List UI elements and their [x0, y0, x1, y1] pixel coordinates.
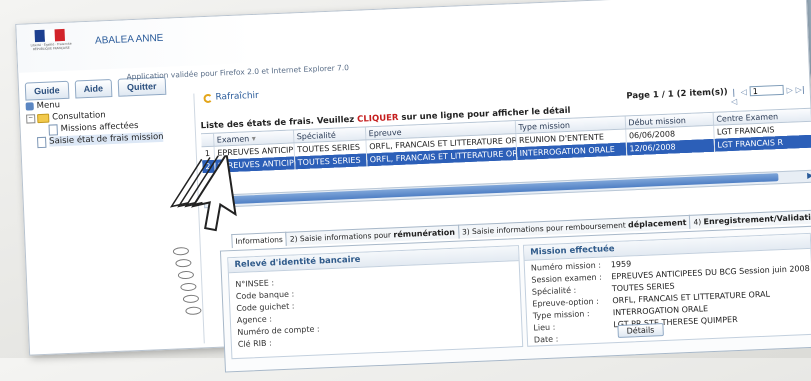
last-page-icon[interactable]: ▷| [795, 84, 804, 93]
user-name: ABALEA ANNE [94, 32, 164, 47]
folder-icon [37, 113, 50, 123]
notebook-ring [177, 270, 195, 280]
app-stage: Liberté · Égalité · Fraternité RÉPUBLIQU… [14, 0, 811, 373]
prev-page-icon[interactable]: ◁ [740, 87, 748, 96]
french-flag-icon [34, 28, 66, 43]
first-page-icon[interactable]: |◁ [730, 87, 738, 105]
notebook-ring [182, 294, 200, 304]
menu-icon [25, 102, 34, 111]
grid-title-cta: CLIQUER [356, 113, 399, 125]
cell-specialite: TOUTES SERIES [294, 153, 367, 170]
next-page-icon[interactable]: ▷ [785, 85, 793, 94]
refresh-label: Rafraîchir [215, 90, 260, 103]
mission-panel: Mission effectuée Numéro mission :1959 S… [522, 232, 811, 347]
tree-saisie-label: Saisie état de frais mission [49, 131, 164, 147]
refresh-icon [203, 93, 213, 103]
tab-aide[interactable]: Aide [74, 78, 113, 99]
tab-remuneration-bold: rémunération [393, 227, 456, 240]
spiral-notebook-decoration [152, 236, 216, 338]
tab-remuneration-prefix: 2) Saisie informations pour [289, 230, 394, 244]
page-number-input[interactable] [749, 84, 784, 97]
document-icon [36, 136, 47, 148]
tree-menu-label: Menu [36, 100, 61, 112]
bank-details-panel: Relevé d'identité bancaire N°INSEE : Cod… [227, 245, 524, 360]
notebook-ring [172, 246, 190, 256]
field-label: Clé RIB : [237, 338, 272, 349]
cell-debut-mission: 12/06/2008 [625, 138, 715, 156]
notebook-ring [185, 306, 202, 316]
notebook-ring [175, 258, 192, 268]
col-rownum [201, 133, 214, 147]
mouse-pointer-icon [169, 153, 237, 232]
top-banner: Liberté · Égalité · Fraternité RÉPUBLIQU… [16, 0, 808, 73]
cell-centre-examen: LGT FRANCAIS R [713, 134, 811, 152]
scroll-right-icon[interactable]: ▶ [807, 171, 811, 180]
field-value: 1959 [610, 259, 632, 270]
tab-guide[interactable]: Guide [24, 80, 69, 101]
main-content: Rafraîchir Page 1 / 1 (2 item(s)) |◁ ◁ ▷… [197, 68, 811, 373]
details-button[interactable]: Détails [617, 323, 664, 339]
collapse-icon[interactable]: − [26, 113, 36, 124]
refresh-button[interactable]: Rafraîchir [203, 91, 259, 103]
scrollbar-thumb[interactable] [218, 173, 779, 205]
wizard-panel: Relevé d'identité bancaire N°INSEE : Cod… [219, 225, 811, 373]
notebook-ring [180, 282, 197, 292]
tab-informations-label: Informations [235, 234, 284, 246]
app-window: Liberté · Égalité · Fraternité RÉPUBLIQU… [15, 0, 811, 373]
republique-logo: Liberté · Égalité · Fraternité RÉPUBLIQU… [23, 28, 80, 54]
pager-label: Page 1 / 1 (2 item(s)) [626, 87, 728, 102]
logo-caption: Liberté · Égalité · Fraternité RÉPUBLIQU… [30, 41, 72, 52]
horizontal-scrollbar[interactable]: ▶ [203, 169, 811, 209]
pager: Page 1 / 1 (2 item(s)) |◁ ◁ ▷ ▷| [626, 84, 805, 105]
field-label: Date : [533, 334, 559, 345]
tab-enregistrement-bold: Enregistrement/Validation [703, 212, 811, 227]
document-icon [48, 123, 58, 136]
tab-deplacement-bold: déplacement [627, 218, 687, 230]
